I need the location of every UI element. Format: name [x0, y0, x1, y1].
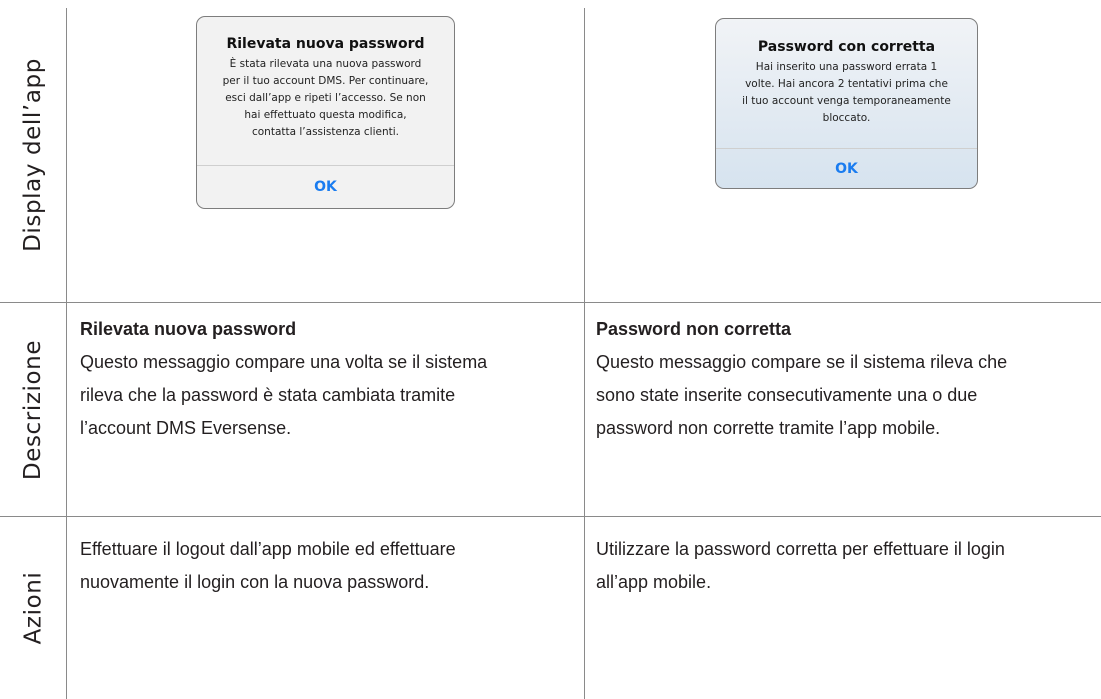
- table-divider-row-1: [0, 302, 1101, 303]
- actions-right: Utilizzare la password corretta per effe…: [596, 539, 1005, 592]
- description-right: Password non corretta Questo messaggio c…: [596, 313, 1096, 445]
- dialog-title: Password con corretta: [757, 39, 936, 55]
- row-label-display: Display dell’app: [20, 58, 47, 252]
- row-label-actions: Azioni: [20, 571, 46, 645]
- dialog-incorrect-password: Password con corretta Hai inserito una p…: [715, 18, 978, 189]
- dialog-separator: [197, 165, 454, 166]
- description-heading: Rilevata nuova password: [80, 319, 297, 339]
- row-label-description: Descrizione: [20, 339, 47, 480]
- description-left: Rilevata nuova password Questo messaggio…: [80, 313, 576, 445]
- ok-button[interactable]: OK: [716, 161, 977, 177]
- table-divider-left: [66, 8, 67, 699]
- table-divider-row-2: [0, 516, 1101, 517]
- dialog-title: Rilevata nuova password: [226, 36, 425, 52]
- ok-button[interactable]: OK: [197, 179, 454, 195]
- actions-left: Effettuare il logout dall’app mobile ed …: [80, 539, 456, 592]
- table-divider-middle: [584, 8, 585, 699]
- dialog-new-password-detected: Rilevata nuova password È stata rilevata…: [196, 16, 455, 209]
- dialog-separator: [716, 148, 977, 149]
- description-heading: Password non corretta: [596, 319, 792, 339]
- dialog-message: Hai inserito una password errata 1 volte…: [742, 61, 951, 124]
- dialog-message: È stata rilevata una nuova password per …: [222, 58, 429, 138]
